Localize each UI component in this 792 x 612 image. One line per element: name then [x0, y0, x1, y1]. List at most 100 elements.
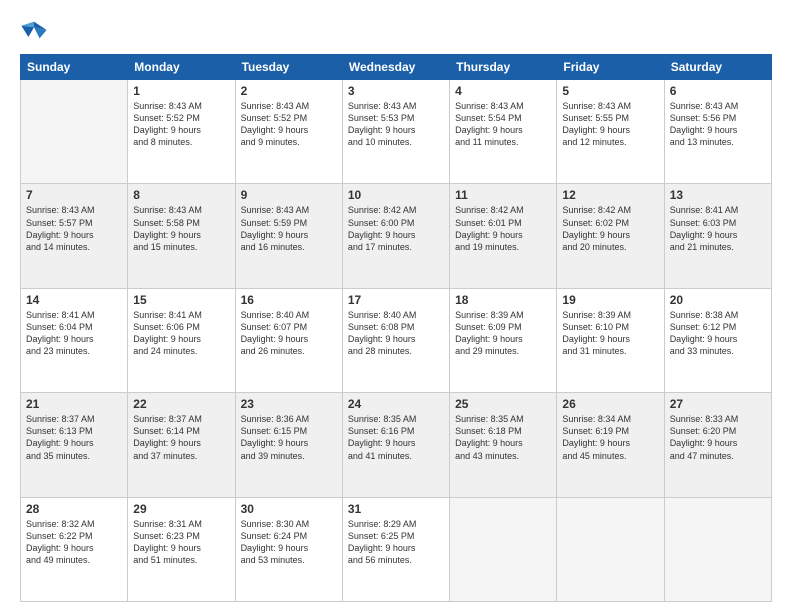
- day-number: 2: [241, 84, 337, 98]
- day-info: Sunrise: 8:43 AM Sunset: 5:52 PM Dayligh…: [133, 100, 229, 149]
- day-info: Sunrise: 8:39 AM Sunset: 6:10 PM Dayligh…: [562, 309, 658, 358]
- calendar-day-cell: 30 Sunrise: 8:30 AM Sunset: 6:24 PM Dayli…: [235, 497, 342, 601]
- calendar-day-cell: 16Sunrise: 8:40 AM Sunset: 6:07 PM Dayli…: [235, 288, 342, 392]
- calendar-day-cell: 19 Sunrise: 8:39 AM Sunset: 6:10 PM Dayli…: [557, 288, 664, 392]
- day-number: 7: [26, 188, 122, 202]
- calendar-day-cell: 27 Sunrise: 8:33 AM Sunset: 6:20 PM Dayli…: [664, 393, 771, 497]
- calendar-day-cell: 2 Sunrise: 8:43 AM Sunset: 5:52 PM Daylig…: [235, 80, 342, 184]
- calendar-day-cell: 21 Sunrise: 8:37 AM Sunset: 6:13 PM Dayli…: [21, 393, 128, 497]
- logo-icon: [20, 16, 48, 44]
- day-info: Sunrise: 8:43 AM Sunset: 5:55 PM Dayligh…: [562, 100, 658, 149]
- calendar-day-header: Friday: [557, 55, 664, 80]
- day-info: Sunrise: 8:41 AM Sunset: 6:06 PM Dayligh…: [133, 309, 229, 358]
- day-info: Sunrise: 8:43 AM Sunset: 5:54 PM Dayligh…: [455, 100, 551, 149]
- day-info: Sunrise: 8:43 AM Sunset: 5:53 PM Dayligh…: [348, 100, 444, 149]
- day-number: 21: [26, 397, 122, 411]
- day-number: 30: [241, 502, 337, 516]
- calendar-day-cell: 14 Sunrise: 8:41 AM Sunset: 6:04 PM Dayli…: [21, 288, 128, 392]
- day-info: Sunrise: 8:40 AM Sunset: 6:07 PM Dayligh…: [241, 309, 337, 358]
- calendar-day-cell: [450, 497, 557, 601]
- day-info: Sunrise: 8:38 AM Sunset: 6:12 PM Dayligh…: [670, 309, 766, 358]
- calendar-day-header: Saturday: [664, 55, 771, 80]
- day-info: Sunrise: 8:42 AM Sunset: 6:01 PM Dayligh…: [455, 204, 551, 253]
- day-number: 24: [348, 397, 444, 411]
- calendar-day-header: Thursday: [450, 55, 557, 80]
- day-info: Sunrise: 8:33 AM Sunset: 6:20 PM Dayligh…: [670, 413, 766, 462]
- day-info: Sunrise: 8:37 AM Sunset: 6:13 PM Dayligh…: [26, 413, 122, 462]
- day-info: Sunrise: 8:43 AM Sunset: 5:57 PM Dayligh…: [26, 204, 122, 253]
- calendar-day-cell: 17 Sunrise: 8:40 AM Sunset: 6:08 PM Dayli…: [342, 288, 449, 392]
- day-info: Sunrise: 8:29 AM Sunset: 6:25 PM Dayligh…: [348, 518, 444, 567]
- calendar-day-cell: 11 Sunrise: 8:42 AM Sunset: 6:01 PM Dayli…: [450, 184, 557, 288]
- day-number: 27: [670, 397, 766, 411]
- calendar-day-cell: 1 Sunrise: 8:43 AM Sunset: 5:52 PM Daylig…: [128, 80, 235, 184]
- day-info: Sunrise: 8:36 AM Sunset: 6:15 PM Dayligh…: [241, 413, 337, 462]
- day-info: Sunrise: 8:43 AM Sunset: 5:52 PM Dayligh…: [241, 100, 337, 149]
- day-info: Sunrise: 8:30 AM Sunset: 6:24 PM Dayligh…: [241, 518, 337, 567]
- header: [20, 16, 772, 44]
- logo: [20, 16, 52, 44]
- calendar-table: SundayMondayTuesdayWednesdayThursdayFrid…: [20, 54, 772, 602]
- calendar-day-cell: 3 Sunrise: 8:43 AM Sunset: 5:53 PM Daylig…: [342, 80, 449, 184]
- day-info: Sunrise: 8:43 AM Sunset: 5:59 PM Dayligh…: [241, 204, 337, 253]
- day-number: 18: [455, 293, 551, 307]
- calendar-day-cell: 26 Sunrise: 8:34 AM Sunset: 6:19 PM Dayli…: [557, 393, 664, 497]
- calendar-day-cell: 15 Sunrise: 8:41 AM Sunset: 6:06 PM Dayli…: [128, 288, 235, 392]
- day-info: Sunrise: 8:35 AM Sunset: 6:16 PM Dayligh…: [348, 413, 444, 462]
- calendar-day-cell: 29Sunrise: 8:31 AM Sunset: 6:23 PM Dayli…: [128, 497, 235, 601]
- calendar-day-cell: 12 Sunrise: 8:42 AM Sunset: 6:02 PM Dayli…: [557, 184, 664, 288]
- day-number: 5: [562, 84, 658, 98]
- day-number: 14: [26, 293, 122, 307]
- day-number: 29: [133, 502, 229, 516]
- calendar-week-row: 28 Sunrise: 8:32 AM Sunset: 6:22 PM Dayli…: [21, 497, 772, 601]
- day-number: 4: [455, 84, 551, 98]
- day-info: Sunrise: 8:42 AM Sunset: 6:02 PM Dayligh…: [562, 204, 658, 253]
- calendar-day-cell: [557, 497, 664, 601]
- calendar-day-cell: [21, 80, 128, 184]
- day-number: 20: [670, 293, 766, 307]
- calendar-day-cell: 20 Sunrise: 8:38 AM Sunset: 6:12 PM Dayli…: [664, 288, 771, 392]
- day-number: 12: [562, 188, 658, 202]
- day-info: Sunrise: 8:41 AM Sunset: 6:03 PM Dayligh…: [670, 204, 766, 253]
- calendar-day-cell: 28 Sunrise: 8:32 AM Sunset: 6:22 PM Dayli…: [21, 497, 128, 601]
- day-info: Sunrise: 8:35 AM Sunset: 6:18 PM Dayligh…: [455, 413, 551, 462]
- calendar-day-cell: 25 Sunrise: 8:35 AM Sunset: 6:18 PM Dayli…: [450, 393, 557, 497]
- calendar-day-cell: [664, 497, 771, 601]
- calendar-day-cell: 22Sunrise: 8:37 AM Sunset: 6:14 PM Dayli…: [128, 393, 235, 497]
- day-number: 9: [241, 188, 337, 202]
- day-number: 11: [455, 188, 551, 202]
- calendar-day-cell: 6Sunrise: 8:43 AM Sunset: 5:56 PM Daylig…: [664, 80, 771, 184]
- calendar-day-header: Tuesday: [235, 55, 342, 80]
- calendar-day-cell: 4 Sunrise: 8:43 AM Sunset: 5:54 PM Daylig…: [450, 80, 557, 184]
- calendar-day-cell: 9 Sunrise: 8:43 AM Sunset: 5:59 PM Daylig…: [235, 184, 342, 288]
- calendar-week-row: 14 Sunrise: 8:41 AM Sunset: 6:04 PM Dayli…: [21, 288, 772, 392]
- day-number: 1: [133, 84, 229, 98]
- calendar-day-cell: 5 Sunrise: 8:43 AM Sunset: 5:55 PM Daylig…: [557, 80, 664, 184]
- calendar-day-cell: 7 Sunrise: 8:43 AM Sunset: 5:57 PM Daylig…: [21, 184, 128, 288]
- day-number: 31: [348, 502, 444, 516]
- day-number: 3: [348, 84, 444, 98]
- page: SundayMondayTuesdayWednesdayThursdayFrid…: [0, 0, 792, 612]
- day-number: 26: [562, 397, 658, 411]
- calendar-day-cell: 10Sunrise: 8:42 AM Sunset: 6:00 PM Dayli…: [342, 184, 449, 288]
- day-info: Sunrise: 8:40 AM Sunset: 6:08 PM Dayligh…: [348, 309, 444, 358]
- calendar-day-header: Wednesday: [342, 55, 449, 80]
- day-info: Sunrise: 8:37 AM Sunset: 6:14 PM Dayligh…: [133, 413, 229, 462]
- calendar-week-row: 1 Sunrise: 8:43 AM Sunset: 5:52 PM Daylig…: [21, 80, 772, 184]
- calendar-day-header: Monday: [128, 55, 235, 80]
- calendar-week-row: 7 Sunrise: 8:43 AM Sunset: 5:57 PM Daylig…: [21, 184, 772, 288]
- day-info: Sunrise: 8:34 AM Sunset: 6:19 PM Dayligh…: [562, 413, 658, 462]
- day-info: Sunrise: 8:32 AM Sunset: 6:22 PM Dayligh…: [26, 518, 122, 567]
- day-number: 25: [455, 397, 551, 411]
- day-number: 15: [133, 293, 229, 307]
- day-number: 6: [670, 84, 766, 98]
- day-info: Sunrise: 8:39 AM Sunset: 6:09 PM Dayligh…: [455, 309, 551, 358]
- day-info: Sunrise: 8:43 AM Sunset: 5:58 PM Dayligh…: [133, 204, 229, 253]
- day-number: 19: [562, 293, 658, 307]
- day-number: 28: [26, 502, 122, 516]
- calendar-day-cell: 13 Sunrise: 8:41 AM Sunset: 6:03 PM Dayli…: [664, 184, 771, 288]
- day-number: 17: [348, 293, 444, 307]
- day-number: 13: [670, 188, 766, 202]
- day-info: Sunrise: 8:41 AM Sunset: 6:04 PM Dayligh…: [26, 309, 122, 358]
- calendar-day-cell: 18 Sunrise: 8:39 AM Sunset: 6:09 PM Dayli…: [450, 288, 557, 392]
